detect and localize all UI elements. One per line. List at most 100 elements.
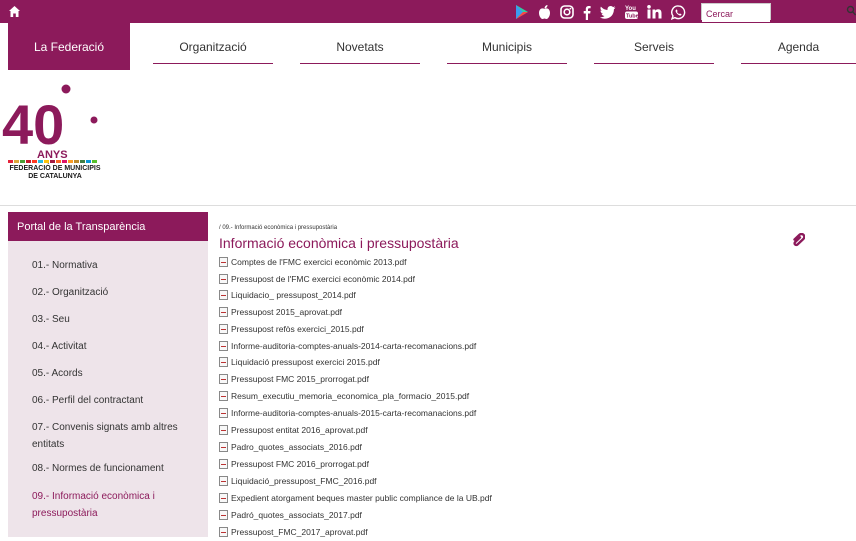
social-links: You Tube xyxy=(515,3,686,21)
pdf-icon xyxy=(219,408,228,418)
nav-item-label: Organització xyxy=(179,39,247,54)
nav-underline xyxy=(153,63,273,64)
document-link[interactable]: Pressupost refòs exercici_2015.pdf xyxy=(219,322,364,336)
nav-item-label: Municipis xyxy=(481,39,532,54)
document-name: Liquidacio_ pressupost_2014.pdf xyxy=(231,290,356,300)
sidebar-item-acords[interactable]: 05.- Acords xyxy=(32,365,202,382)
document-name: Resum_executiu_memoria_economica_pla_for… xyxy=(231,391,470,401)
sidebar-item-organitzacio[interactable]: 02.- Organització xyxy=(32,284,202,301)
pdf-icon xyxy=(219,442,228,452)
main-navigation: La Federació Organització Novetats Munic… xyxy=(0,23,856,70)
document-link[interactable]: Pressupost 2015_aprovat.pdf xyxy=(219,305,342,319)
pdf-icon xyxy=(219,290,228,300)
nav-item-organitzacio[interactable]: Organització xyxy=(153,23,273,70)
top-bar: You Tube xyxy=(0,0,856,23)
pdf-icon xyxy=(219,307,228,317)
document-name: Informe-auditoria-comptes-anuals-2015-ca… xyxy=(231,408,477,418)
sidebar-item-seu[interactable]: 03.- Seu xyxy=(32,311,202,328)
document-name: Pressupost refòs exercici_2015.pdf xyxy=(231,324,364,334)
nav-item-label: Agenda xyxy=(777,39,820,54)
pdf-icon xyxy=(219,324,228,334)
svg-text:Tube: Tube xyxy=(626,14,638,20)
document-name: Liquidació_pressupost_FMC_2016.pdf xyxy=(231,476,377,486)
svg-text:You: You xyxy=(625,6,636,12)
document-link[interactable]: Informe-auditoria-comptes-anuals-2014-ca… xyxy=(219,339,476,353)
document-link[interactable]: Pressupost_FMC_2017_aprovat.pdf xyxy=(219,525,368,539)
google-play-icon[interactable] xyxy=(515,4,529,20)
home-icon[interactable] xyxy=(8,5,21,18)
document-name: Pressupost_FMC_2017_aprovat.pdf xyxy=(231,527,368,537)
pdf-icon xyxy=(219,459,228,469)
nav-item-serveis[interactable]: Serveis xyxy=(594,23,714,70)
document-link[interactable]: Liquidació_pressupost_FMC_2016.pdf xyxy=(219,474,377,488)
page-title: Informació econòmica i pressupostària xyxy=(219,235,459,251)
document-link[interactable]: Pressupost FMC 2016_prorrogat.pdf xyxy=(219,457,369,471)
document-name: Pressupost FMC 2016_prorrogat.pdf xyxy=(231,459,369,469)
transparency-sidebar: Portal de la Transparència 01.- Normativ… xyxy=(8,212,208,537)
document-name: Pressupost FMC 2015_prorrogat.pdf xyxy=(231,374,369,384)
breadcrumb: / 09.- Informació econòmica i pressupost… xyxy=(219,225,338,231)
pdf-icon xyxy=(219,257,228,267)
document-name: Pressupost de l'FMC exercici econòmic 20… xyxy=(231,274,415,284)
document-name: Comptes de l'FMC exercici econòmic 2013.… xyxy=(231,257,407,267)
apple-icon[interactable] xyxy=(538,4,551,20)
twitter-icon[interactable] xyxy=(600,5,616,19)
document-link[interactable]: Comptes de l'FMC exercici econòmic 2013.… xyxy=(219,255,406,269)
document-link[interactable]: Expedient atorgament beques master publi… xyxy=(219,491,492,505)
document-link[interactable]: Padro_quotes_associats_2016.pdf xyxy=(219,440,362,454)
document-link[interactable]: Liquidacio_ pressupost_2014.pdf xyxy=(219,288,356,302)
document-link[interactable]: Pressupost FMC 2015_prorrogat.pdf xyxy=(219,372,369,386)
document-name: Pressupost entitat 2016_aprovat.pdf xyxy=(231,425,368,435)
document-name: Informe-auditoria-comptes-anuals-2014-ca… xyxy=(231,341,477,351)
pdf-icon xyxy=(219,493,228,503)
header-divider xyxy=(0,205,856,206)
sidebar-item-activitat[interactable]: 04.- Activitat xyxy=(32,338,202,355)
sidebar-title[interactable]: Portal de la Transparència xyxy=(8,212,208,241)
document-link[interactable]: Pressupost de l'FMC exercici econòmic 20… xyxy=(219,272,415,286)
nav-item-agenda[interactable]: Agenda xyxy=(741,23,856,70)
pdf-icon xyxy=(219,391,228,401)
pdf-icon xyxy=(219,476,228,486)
instagram-icon[interactable] xyxy=(560,5,574,19)
search-box xyxy=(701,3,771,22)
nav-item-la-federacio[interactable]: La Federació xyxy=(8,23,130,70)
nav-item-novetats[interactable]: Novetats xyxy=(300,23,420,70)
sidebar-item-convenis[interactable]: 07.- Convenis signats amb altres entitat… xyxy=(32,419,202,453)
facebook-icon[interactable] xyxy=(583,5,591,20)
nav-underline xyxy=(741,63,856,64)
search-input[interactable] xyxy=(702,6,770,22)
nav-item-label: Serveis xyxy=(633,39,674,54)
logo-org-line1: FEDERACIÓ DE MUNICIPIS xyxy=(9,165,101,172)
pdf-icon xyxy=(219,357,228,367)
sidebar-item-normativa[interactable]: 01.- Normativa xyxy=(32,257,202,274)
document-link[interactable]: Liquidació pressupost exercici 2015.pdf xyxy=(219,355,380,369)
document-link[interactable]: Informe-auditoria-comptes-anuals-2015-ca… xyxy=(219,406,476,420)
sidebar-item-informacio-economica[interactable]: 09.- Informació econòmica i pressupostàr… xyxy=(32,488,202,522)
logo-years: ANYS xyxy=(37,149,68,161)
document-link[interactable]: Resum_executiu_memoria_economica_pla_for… xyxy=(219,389,469,403)
linkedin-icon[interactable] xyxy=(647,5,662,19)
nav-item-label: Novetats xyxy=(336,39,384,54)
logo-org-name: FEDERACIÓ DE MUNICIPIS DE CATALUNYA xyxy=(0,165,110,181)
whatsapp-icon[interactable] xyxy=(671,4,686,20)
nav-underline xyxy=(447,63,567,64)
document-link[interactable]: Pressupost entitat 2016_aprovat.pdf xyxy=(219,423,368,437)
logo-number: 40 xyxy=(2,93,64,156)
logo-org-line2: DE CATALUNYA xyxy=(28,173,82,180)
document-name: Liquidació pressupost exercici 2015.pdf xyxy=(231,357,380,367)
youtube-icon[interactable]: You Tube xyxy=(625,4,638,20)
sidebar-item-perfil-contractant[interactable]: 06.- Perfil del contractant xyxy=(32,392,202,409)
search-icon[interactable] xyxy=(846,5,856,17)
pdf-icon xyxy=(219,341,228,351)
pdf-icon xyxy=(219,510,228,520)
document-name: Padro_quotes_associats_2016.pdf xyxy=(231,442,362,452)
sidebar-item-normes[interactable]: 08.- Normes de funcionament xyxy=(32,460,202,477)
document-name: Pressupost 2015_aprovat.pdf xyxy=(231,307,343,317)
logo-graphic: 40 ANYS xyxy=(2,84,98,163)
pdf-icon xyxy=(219,274,228,284)
pdf-icon xyxy=(219,527,228,537)
document-link[interactable]: Padró_quotes_associats_2017.pdf xyxy=(219,508,362,522)
nav-item-municipis[interactable]: Municipis xyxy=(447,23,567,70)
pdf-icon xyxy=(219,425,228,435)
paperclip-icon xyxy=(793,233,805,247)
